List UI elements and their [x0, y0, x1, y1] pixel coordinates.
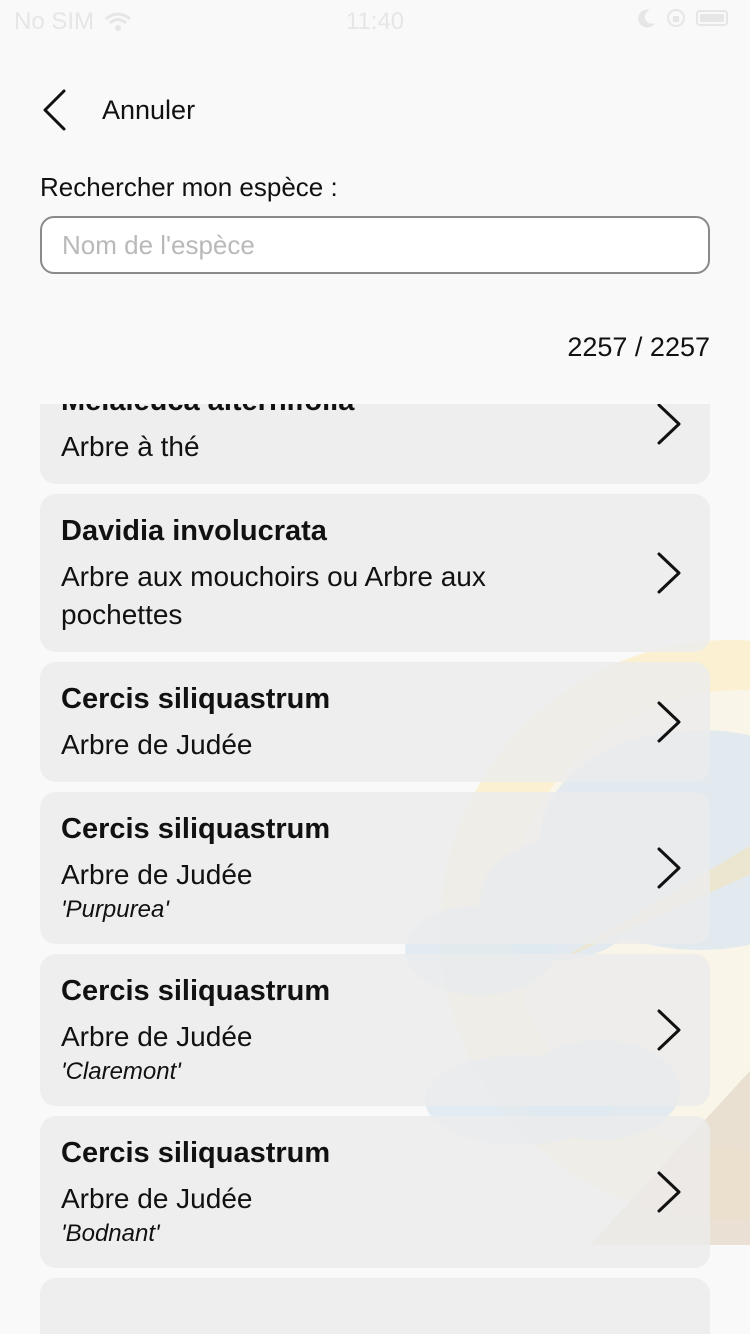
moon-icon [638, 9, 655, 28]
result-count: 2257 / 2257 [567, 332, 710, 362]
species-list[interactable]: Melaleuca alternifolia Arbre à thé David… [0, 404, 750, 1334]
search-label: Rechercher mon espèce : [40, 172, 338, 202]
chevron-right-icon [657, 1009, 681, 1051]
species-common-name: Arbre de Judée [61, 859, 253, 890]
species-list-content: Melaleuca alternifolia Arbre à thé David… [40, 404, 710, 1334]
species-common-name: Arbre de Judée [61, 1021, 253, 1052]
species-common-name: Arbre de Judée [61, 729, 253, 760]
species-card[interactable]: Davidia involucrata Arbre aux mouchoirs … [40, 494, 710, 652]
chevron-right-icon [657, 701, 681, 743]
species-latin-name: Cercis siliquastrum [61, 813, 331, 845]
back-label: Annuler [102, 94, 196, 125]
chevron-right-icon [657, 552, 681, 594]
species-latin-name: Melaleuca alternifolia [61, 404, 600, 420]
species-latin-name: Cercis siliquastrum [61, 683, 331, 715]
species-common-name: Arbre de Judée [61, 1183, 253, 1214]
chevron-right-icon [657, 1171, 681, 1213]
species-cultivar: 'Claremont' [61, 1058, 181, 1085]
chevron-right-icon [657, 404, 681, 445]
species-common-name: Arbre aux mouchoirs ou Arbre aux pochett… [61, 561, 486, 630]
species-card[interactable] [40, 1278, 710, 1334]
species-cultivar: 'Purpurea' [61, 896, 169, 923]
species-common-name: Arbre à thé [61, 431, 200, 462]
species-latin-name: Cercis siliquastrum [61, 1137, 331, 1169]
species-search-input[interactable] [40, 216, 710, 274]
back-button[interactable]: Annuler [40, 84, 195, 136]
battery-icon [696, 10, 728, 26]
species-card[interactable]: Cercis siliquastrum Arbre de Judée [40, 662, 710, 782]
species-latin-name: Davidia involucrata [61, 515, 327, 547]
species-card[interactable]: Cercis siliquastrum Arbre de Judée 'Clar… [40, 954, 710, 1106]
status-right [638, 8, 728, 28]
species-card[interactable]: Cercis siliquastrum Arbre de Judée 'Bodn… [40, 1116, 710, 1268]
species-card[interactable]: Melaleuca alternifolia Arbre à thé [40, 404, 710, 484]
species-cultivar: 'Bodnant' [61, 1220, 160, 1247]
chevron-left-icon [43, 89, 66, 131]
species-card[interactable]: Cercis siliquastrum Arbre de Judée 'Purp… [40, 792, 710, 944]
species-latin-name: Cercis siliquastrum [61, 975, 331, 1007]
status-bar: No SIM 11:40 [0, 0, 750, 40]
orientation-lock-icon [667, 9, 685, 27]
chevron-right-icon [657, 847, 681, 889]
